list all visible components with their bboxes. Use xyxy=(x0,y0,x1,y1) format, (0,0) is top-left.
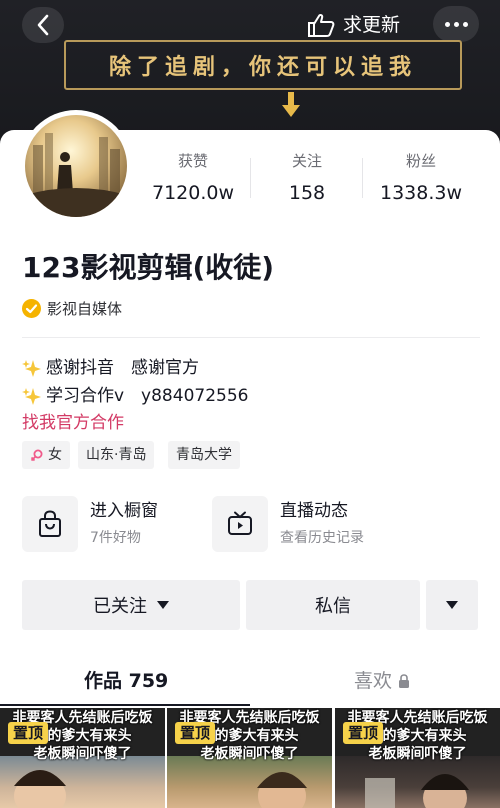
pinned-badge: 置顶 xyxy=(175,722,216,744)
tag-label: 女 xyxy=(48,447,62,463)
divider xyxy=(22,337,480,338)
tab-works[interactable]: 作品 759 xyxy=(84,666,168,696)
avatar-image xyxy=(25,133,127,217)
avatar[interactable] xyxy=(25,115,127,217)
lock-icon xyxy=(399,674,410,688)
bio-line: 学习合作v y884072556 xyxy=(22,384,248,408)
dot xyxy=(462,21,468,27)
video-thumbnail[interactable]: 非要客人先结账后吃饭 子的爹大有来头 老板瞬间吓傻了 置顶 xyxy=(167,708,332,808)
stat-value: 7120.0w xyxy=(151,182,235,204)
verification-label: 影视自媒体 xyxy=(47,299,123,318)
tab-active-indicator xyxy=(0,704,250,706)
slogan-banner: 除了追剧，你还可以追我 xyxy=(64,40,462,90)
message-button[interactable]: 私信 xyxy=(246,580,420,630)
thumbs-up-hand-icon[interactable] xyxy=(306,12,336,38)
followed-button[interactable]: 已关注 xyxy=(22,580,240,630)
shortcut-title: 进入橱窗 xyxy=(90,501,158,521)
shortcut-icon-box xyxy=(212,496,268,552)
tab-likes-label: 喜欢 xyxy=(354,670,393,692)
video-thumbnail[interactable]: 非要客人先结账后吃饭 子的爹大有来头 老板瞬间吓傻了 置顶 xyxy=(335,708,500,808)
caret-down-icon xyxy=(157,601,169,609)
stat-following[interactable]: 关注 158 xyxy=(252,150,362,208)
slogan-text: 除了追剧，你还可以追我 xyxy=(108,54,417,80)
shortcut-text: 进入橱窗 7件好物 xyxy=(90,499,158,549)
sparkle-icon xyxy=(22,360,41,377)
divider xyxy=(362,158,363,198)
shortcut-subtitle: 7件好物 xyxy=(90,530,141,546)
video-thumbnail[interactable]: 非要客人先结账后吃饭 子的爹大有来头 老板瞬间吓傻了 置顶 xyxy=(0,708,165,808)
tv-play-icon xyxy=(228,511,252,535)
shopping-bag-icon xyxy=(39,510,61,537)
shortcut-title: 直播动态 xyxy=(280,501,348,521)
tag-location: 山东·青岛 xyxy=(78,441,155,469)
stat-followers[interactable]: 粉丝 1338.3w xyxy=(366,150,476,208)
stat-likes[interactable]: 获赞 7120.0w xyxy=(138,150,248,208)
stat-label: 关注 xyxy=(291,152,322,170)
pinned-badge: 置顶 xyxy=(8,722,49,744)
stat-label: 粉丝 xyxy=(405,152,436,170)
caret-down-icon xyxy=(446,601,458,609)
followed-label: 已关注 xyxy=(93,596,147,617)
video-grid: 非要客人先结账后吃饭 子的爹大有来头 老板瞬间吓傻了 置顶 非要客人先结账后吃饭… xyxy=(0,708,500,808)
stat-value: 158 xyxy=(288,182,326,204)
stat-value: 1338.3w xyxy=(379,182,463,204)
dot xyxy=(453,21,459,27)
official-cooperation-link[interactable]: 找我官方合作 xyxy=(22,411,124,435)
shop-window-shortcut[interactable]: 进入橱窗 7件好物 xyxy=(22,495,158,553)
verification-badge[interactable]: 影视自媒体 xyxy=(22,296,122,320)
divider xyxy=(250,158,251,198)
tag-gender: 女 xyxy=(22,441,70,469)
tag-label: 青岛大学 xyxy=(176,447,232,463)
request-update-label[interactable]: 求更新 xyxy=(343,13,400,37)
shortcut-text: 直播动态 查看历史记录 xyxy=(280,499,364,549)
female-icon xyxy=(30,449,43,462)
bio-line: 感谢抖音 感谢官方 xyxy=(22,356,199,380)
pinned-badge: 置顶 xyxy=(343,722,384,744)
tag-school: 青岛大学 xyxy=(168,441,240,469)
verified-check-icon xyxy=(22,298,41,318)
message-label: 私信 xyxy=(315,596,351,617)
sparkle-icon xyxy=(22,388,41,405)
shortcut-subtitle: 查看历史记录 xyxy=(280,530,364,546)
arrow-down-icon xyxy=(282,92,300,117)
profile-nickname: 123影视剪辑(收徒) xyxy=(22,251,275,284)
back-button[interactable] xyxy=(22,7,64,43)
stat-label: 获赞 xyxy=(177,152,208,170)
live-history-shortcut[interactable]: 直播动态 查看历史记录 xyxy=(212,495,364,553)
more-button[interactable] xyxy=(433,6,479,42)
shortcut-icon-box xyxy=(22,496,78,552)
chevron-left-icon xyxy=(37,14,49,36)
profile-card xyxy=(0,130,500,808)
tab-likes[interactable]: 喜欢 xyxy=(354,666,410,696)
dot xyxy=(444,21,450,27)
bio-text: 感谢抖音 感谢官方 xyxy=(46,358,199,378)
tag-label: 山东·青岛 xyxy=(86,447,147,463)
more-actions-button[interactable] xyxy=(426,580,478,630)
bio-text: 学习合作v y884072556 xyxy=(46,386,249,406)
